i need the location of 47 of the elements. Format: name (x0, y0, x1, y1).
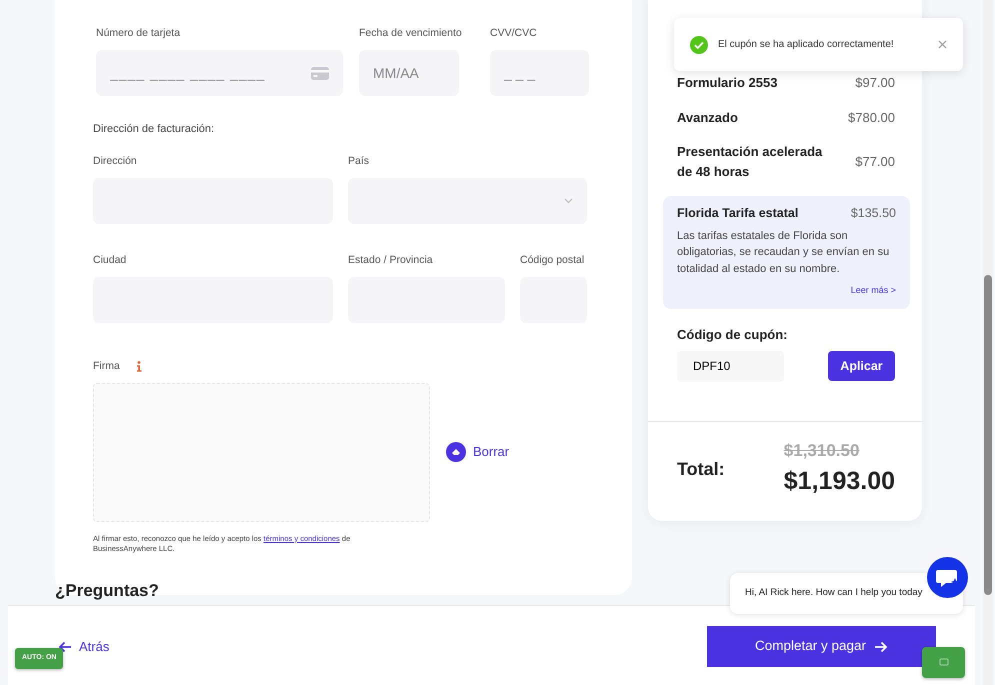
total-price: $1,193.00 (784, 466, 895, 498)
cvv-field[interactable]: _ _ _ (490, 50, 589, 96)
apply-button[interactable]: Aplicar (828, 351, 895, 382)
complete-pay-button[interactable]: Completar y pagar (707, 626, 936, 667)
scrollbar-thumb[interactable] (984, 275, 992, 595)
field-label: CVV/CVC (490, 26, 538, 41)
arrow-right-icon (874, 640, 888, 652)
read-more-link[interactable]: Leer más > (850, 285, 896, 296)
field-label: Número de tarjeta (96, 26, 182, 41)
credit-card-icon (311, 66, 329, 80)
close-icon[interactable] (938, 40, 947, 49)
assistant-button[interactable] (922, 647, 965, 678)
fee-price: $135.50 (850, 205, 896, 222)
field-label: Firma (93, 358, 120, 374)
item-price: $97.00 (855, 74, 895, 92)
fee-name: Florida Tarifa estatal (677, 205, 798, 222)
toast-message: El cupón se ha aplicado correctamente! (718, 38, 895, 52)
field-label: Dirección (93, 154, 138, 170)
coupon-label: Código de cupón: (677, 326, 788, 344)
signature-pad[interactable] (93, 382, 430, 522)
item-name: Avanzado (677, 108, 738, 126)
chevron-down-icon (564, 198, 573, 204)
section-heading: Dirección de facturación: (93, 122, 216, 137)
eraser-icon (446, 442, 466, 462)
chat-icon[interactable] (927, 557, 968, 598)
field-label: País (348, 154, 370, 170)
item-price: $780.00 (848, 108, 895, 126)
card-number-field[interactable]: ____ ____ ____ ____ (96, 50, 343, 96)
country-select[interactable] (348, 178, 587, 224)
check-icon (690, 36, 708, 54)
total-label: Total: (677, 458, 725, 481)
arrow-left-icon (58, 640, 72, 653)
coupon-field[interactable]: DPF10 (677, 350, 784, 382)
original-price: $1,310.50 (784, 440, 860, 462)
section-heading: ¿Preguntas? (55, 580, 159, 602)
chat-message: Hi, AI Rick here. How can I help you today (745, 586, 922, 600)
clear-button[interactable]: Borrar (446, 442, 510, 462)
item-name: Formulario 2553 (677, 74, 778, 92)
info-icon (136, 361, 142, 372)
expiry-field[interactable]: MM/AA (359, 50, 459, 96)
item-name: Presentación acelerada de 48 horas (677, 143, 824, 180)
field-label: Fecha de vencimiento (359, 26, 459, 41)
field-label: Estado / Provincia (348, 253, 434, 268)
field-label: Ciudad (93, 253, 128, 268)
field-label: Código postal (520, 253, 586, 268)
fee-description: Las tarifas estatales de Florida son obligatorias, se recaudan y se envían en su totalidad al estado en su nombre. (677, 228, 890, 277)
item-price: $77.00 (855, 152, 895, 171)
